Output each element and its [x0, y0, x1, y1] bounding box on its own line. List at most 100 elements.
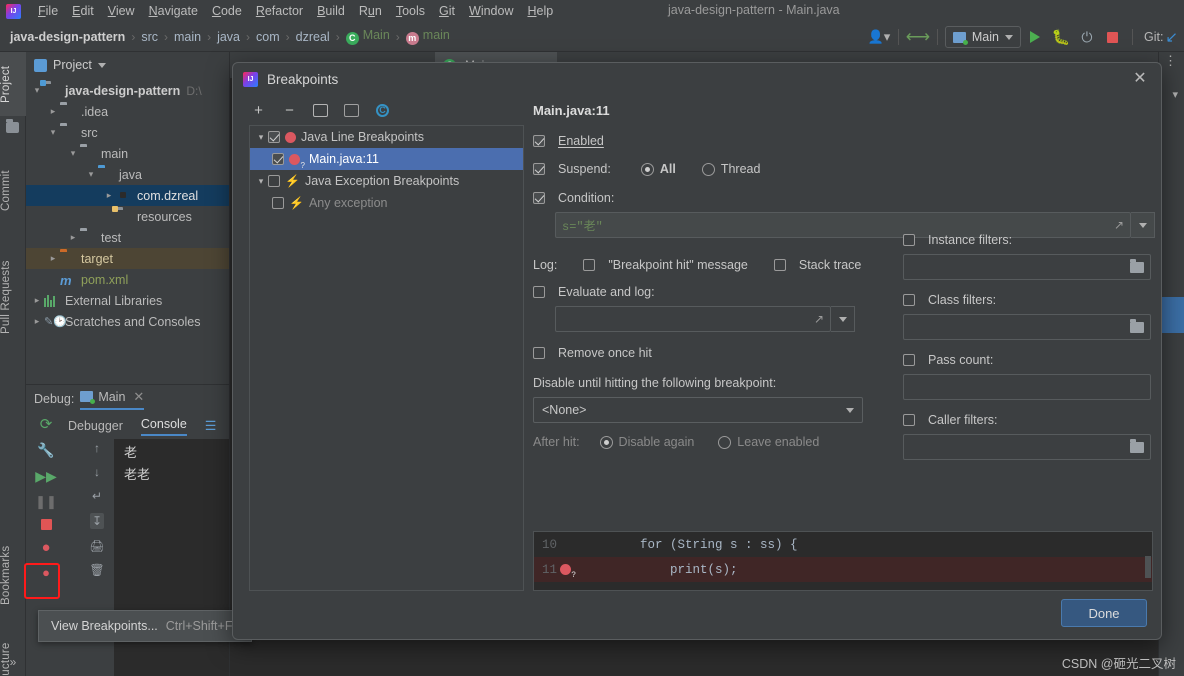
tree-item-pom-xml[interactable]: ▸ m pom.xml [26, 269, 229, 290]
rerun-icon[interactable]: ⟳ [40, 415, 53, 433]
scrollbar-thumb[interactable] [1145, 556, 1151, 578]
class-filters-input[interactable] [903, 314, 1151, 340]
more-options-icon[interactable]: ⋮ [1164, 54, 1177, 67]
suspend-thread-radio-group[interactable]: Thread [701, 162, 760, 176]
browse-folder-icon[interactable] [1130, 438, 1144, 453]
settings-wrench-icon[interactable]: 🔧 [37, 442, 54, 459]
instance-filters-checkbox[interactable] [903, 234, 915, 246]
code-preview[interactable]: 10 for (String s : ss) { 11 print(s); [533, 531, 1153, 591]
tab-console[interactable]: Console [140, 417, 187, 436]
chevron-right-icon[interactable]: ▸ [66, 232, 80, 243]
debug-button[interactable]: 🐛 [1049, 26, 1073, 48]
group-by-class-icon[interactable]: C [374, 102, 391, 119]
chevron-right-icon[interactable]: ▸ [46, 106, 60, 117]
tree-item-src[interactable]: ▾ src [26, 122, 229, 143]
menu-navigate[interactable]: Navigate [142, 2, 205, 20]
breakpoint-item-any-exception[interactable]: ⚡ Any exception [250, 192, 523, 214]
breakpoint-group-java-exception[interactable]: ▾ ⚡ Java Exception Breakpoints [250, 170, 523, 192]
suspend-checkbox[interactable] [533, 163, 545, 175]
tree-item-test[interactable]: ▸ test [26, 227, 229, 248]
down-arrow-icon[interactable]: ↓ [94, 465, 100, 479]
menu-view[interactable]: View [101, 2, 142, 20]
menu-run[interactable]: Run [352, 2, 389, 20]
breakpoint-item-main-java-11[interactable]: Main.java:11 [250, 148, 523, 170]
browse-folder-icon[interactable] [1130, 258, 1144, 273]
menu-tools[interactable]: Tools [389, 2, 432, 20]
expand-tool-window-button[interactable]: » [0, 648, 26, 676]
run-configuration-selector[interactable]: Main [944, 26, 1021, 48]
chevron-down-icon[interactable]: ▾ [66, 148, 80, 159]
tab-debugger[interactable]: Debugger [68, 419, 123, 433]
menu-refactor[interactable]: Refactor [249, 2, 310, 20]
class-filters-checkbox[interactable] [903, 294, 915, 306]
chevron-down-icon[interactable] [97, 62, 106, 68]
chevron-right-icon[interactable]: ▸ [102, 190, 116, 201]
chevron-down-icon[interactable]: ▾ [46, 127, 60, 138]
after-hit-leave-enabled-radio-group[interactable]: Leave enabled [718, 435, 819, 449]
tree-item-scratches-and-consoles[interactable]: ▸ ✎🕑 Scratches and Consoles [26, 311, 229, 332]
checkbox[interactable] [272, 153, 284, 165]
chevron-right-icon[interactable]: ▸ [30, 295, 44, 306]
up-arrow-icon[interactable]: ↑ [94, 441, 100, 455]
chevron-down-icon[interactable]: ▾ [30, 85, 44, 96]
radio-all[interactable] [640, 162, 654, 176]
checkbox[interactable] [268, 131, 280, 143]
tree-item-main[interactable]: ▾ main [26, 143, 229, 164]
debug-session-tab[interactable]: Main ✕ [80, 389, 145, 410]
add-icon[interactable]: + [250, 102, 267, 119]
enabled-checkbox[interactable] [533, 135, 545, 147]
stop-button[interactable] [1101, 26, 1125, 48]
breadcrumb-java[interactable]: java [217, 30, 240, 44]
radio-leave-enabled[interactable] [718, 435, 732, 449]
soft-wrap-icon[interactable]: ↵ [92, 489, 102, 503]
tree-item-external-libraries[interactable]: ▸ External Libraries [26, 290, 229, 311]
remove-once-hit-checkbox[interactable] [533, 347, 545, 359]
breadcrumb-method-main[interactable]: m main [405, 28, 450, 45]
browse-folder-icon[interactable] [1130, 318, 1144, 333]
chevron-down-icon[interactable]: ▾ [84, 169, 98, 180]
run-with-coverage-button[interactable]: ⏻ [1075, 26, 1099, 48]
condition-checkbox[interactable] [533, 192, 545, 204]
resume-program-icon[interactable]: ▶▶ [35, 468, 57, 485]
evaluate-checkbox[interactable] [533, 286, 545, 298]
log-message-checkbox[interactable] [583, 259, 596, 271]
evaluate-input[interactable]: ↗ [555, 306, 831, 332]
group-by-type-icon[interactable] [343, 102, 360, 119]
trash-icon[interactable]: 🗑 [89, 563, 104, 577]
close-icon[interactable]: ✕ [1131, 70, 1149, 88]
view-breakpoints-icon[interactable]: ● [41, 539, 50, 556]
chevron-down-icon[interactable]: ▾ [1172, 88, 1178, 101]
conditional-breakpoint-icon[interactable] [560, 564, 576, 580]
menu-code[interactable]: Code [205, 2, 249, 20]
breadcrumb-com[interactable]: com [256, 30, 280, 44]
sidebar-item-bookmarks[interactable]: Bookmarks [0, 532, 26, 618]
user-icon[interactable]: 👤▾ [867, 26, 891, 48]
search-everywhere-icon[interactable]: ⟷ [906, 26, 930, 48]
instance-filters-input[interactable] [903, 254, 1151, 280]
caller-filters-checkbox[interactable] [903, 414, 915, 426]
scroll-to-end-icon[interactable]: ↧ [89, 513, 105, 529]
sidebar-item-pull-requests[interactable]: Pull Requests [0, 242, 26, 352]
chevron-right-icon[interactable]: ▸ [46, 253, 60, 264]
checkbox[interactable] [272, 197, 284, 209]
chevron-down-icon[interactable]: ▾ [254, 176, 268, 187]
menu-window[interactable]: Window [462, 2, 520, 20]
close-icon[interactable]: ✕ [133, 389, 144, 405]
layout-settings-icon[interactable]: ☰ [205, 418, 217, 434]
stack-trace-checkbox[interactable] [773, 259, 786, 271]
tree-item-java-design-pattern[interactable]: ▾ java-design-pattern D:\ [26, 79, 229, 101]
breakpoint-group-java-line[interactable]: ▾ Java Line Breakpoints [250, 126, 523, 148]
menu-help[interactable]: Help [520, 2, 560, 20]
run-button[interactable] [1023, 26, 1047, 48]
sidebar-item-project[interactable]: Project [0, 52, 26, 116]
menu-build[interactable]: Build [310, 2, 352, 20]
pass-count-checkbox[interactable] [903, 354, 915, 366]
breadcrumb-src[interactable]: src [141, 30, 158, 44]
evaluate-dropdown-button[interactable] [831, 306, 855, 332]
radio-disable-again[interactable] [599, 435, 613, 449]
tree-item-idea[interactable]: ▸ .idea [26, 101, 229, 122]
sidebar-item-commit[interactable]: Commit [0, 152, 26, 230]
menu-file[interactable]: File [31, 2, 65, 20]
group-by-file-icon[interactable] [312, 102, 329, 119]
menu-edit[interactable]: Edit [65, 2, 101, 20]
